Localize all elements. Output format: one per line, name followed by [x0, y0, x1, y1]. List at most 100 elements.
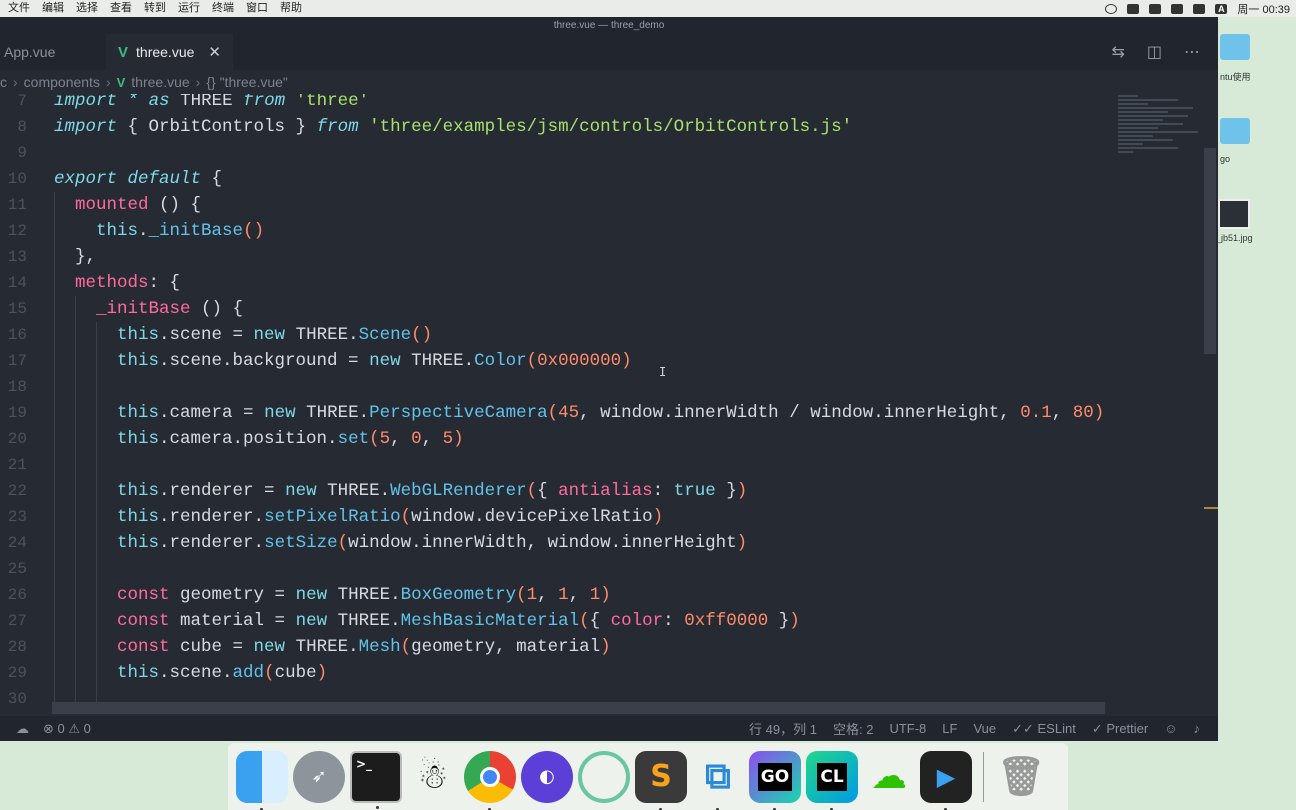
menu-file[interactable]: 文件: [0, 0, 36, 17]
code-line[interactable]: 19 this.camera = new THREE.PerspectiveCa…: [0, 400, 1105, 426]
desktop-folder[interactable]: ntu使用: [1220, 34, 1251, 83]
battery-status-icon[interactable]: [1193, 3, 1206, 14]
eject-status-icon[interactable]: [1149, 3, 1162, 14]
messages-status-icon[interactable]: [1127, 3, 1140, 14]
menu-run[interactable]: 运行: [172, 0, 206, 17]
code-line[interactable]: 15 _initBase () {: [0, 296, 1105, 322]
app2-icon[interactable]: [578, 750, 630, 803]
minimap-line: [1118, 111, 1168, 113]
menubar-clock[interactable]: 周一 00:39: [1237, 1, 1290, 17]
line-number: 10: [7, 170, 27, 188]
launchpad-icon[interactable]: ➶: [293, 750, 345, 803]
finder-icon[interactable]: [236, 750, 288, 810]
line-number: 20: [7, 430, 27, 448]
compare-changes-icon[interactable]: ⇆: [1111, 42, 1124, 62]
sublime-icon[interactable]: S: [635, 750, 687, 810]
tab-app-vue[interactable]: App.vue: [0, 34, 106, 70]
line-number: 13: [7, 248, 27, 266]
input-source-icon[interactable]: A: [1215, 3, 1228, 14]
prettier-status[interactable]: ✓ Prettier: [1092, 721, 1148, 737]
line-number: 22: [7, 482, 27, 500]
app-icon[interactable]: ◐: [521, 750, 573, 803]
feedback-icon[interactable]: ☺: [1164, 721, 1177, 736]
code-line[interactable]: 8 import { OrbitControls } from 'three/ex…: [0, 114, 1105, 140]
code-line[interactable]: 26 const geometry = new THREE.BoxGeometr…: [0, 582, 1105, 608]
clion-icon[interactable]: CL: [806, 750, 858, 810]
minimap-line: [1118, 107, 1193, 109]
code-content: mounted () {: [75, 195, 202, 215]
breadcrumb: c › components › V three.vue › {} "three…: [0, 70, 1218, 94]
code-line[interactable]: 22 this.renderer = new THREE.WebGLRender…: [0, 478, 1105, 504]
player-icon[interactable]: ▶: [920, 750, 972, 810]
desktop-folder-label: go: [1220, 154, 1231, 164]
indentation[interactable]: 空格: 2: [833, 719, 873, 738]
minimap-line: [1118, 99, 1178, 101]
code-line[interactable]: 29 this.scene.add(cube): [0, 660, 1105, 686]
goland-label: GO: [757, 762, 793, 791]
code-line[interactable]: 28 const cube = new THREE.Mesh(geometry,…: [0, 634, 1105, 660]
tab-three-vue[interactable]: V three.vue ✕: [106, 34, 233, 70]
minimap[interactable]: [1118, 95, 1203, 167]
code-line[interactable]: 27 const material = new THREE.MeshBasicM…: [0, 608, 1105, 634]
notifications-bell-icon[interactable]: ♪: [1194, 721, 1201, 736]
menu-view[interactable]: 查看: [104, 0, 138, 17]
window-title: three.vue — three_demo: [0, 17, 1218, 34]
clion-label: CL: [817, 762, 847, 791]
more-actions-icon[interactable]: ⋯: [1184, 42, 1200, 62]
remote-icon[interactable]: ☁: [16, 721, 29, 737]
code-content: const cube = new THREE.Mesh(geometry, ma…: [117, 637, 611, 657]
sync-status-icon[interactable]: [1105, 3, 1118, 14]
line-number: 26: [7, 586, 27, 604]
chrome-icon[interactable]: [464, 750, 516, 810]
qq-icon[interactable]: ☃: [407, 751, 459, 803]
desktop-folder-go[interactable]: go: [1220, 118, 1250, 164]
horizontal-scrollbar[interactable]: [52, 702, 1105, 714]
code-line[interactable]: 9: [0, 140, 1105, 166]
line-ending[interactable]: LF: [942, 721, 957, 736]
image-thumbnail-icon: [1218, 199, 1251, 229]
vscode-icon[interactable]: ⧉: [692, 751, 744, 810]
code-line[interactable]: 23 this.renderer.setPixelRatio(window.de…: [0, 504, 1105, 530]
code-line[interactable]: 24 this.renderer.setSize(window.innerWid…: [0, 530, 1105, 556]
menu-window[interactable]: 窗口: [240, 0, 274, 17]
code-line[interactable]: 14 methods: {: [0, 270, 1105, 296]
code-line[interactable]: 16 this.scene = new THREE.Scene(): [0, 322, 1105, 348]
trash-icon[interactable]: 🗑: [995, 751, 1047, 803]
breadcrumb-item[interactable]: c: [0, 74, 7, 90]
code-line[interactable]: 17 this.scene.background = new THREE.Col…: [0, 348, 1105, 374]
breadcrumb-item[interactable]: {} "three.vue": [206, 74, 288, 90]
problems-indicator[interactable]: ⊗ 0 ⚠ 0: [43, 721, 91, 737]
text-cursor-icon: I: [659, 365, 667, 379]
line-number: 24: [7, 534, 27, 552]
code-line[interactable]: 11 mounted () {: [0, 192, 1105, 218]
wechat-icon[interactable]: ☁: [863, 751, 915, 803]
code-line[interactable]: 12 this._initBase(): [0, 218, 1105, 244]
code-editor[interactable]: 7 import * as THREE from 'three' 8 import …: [0, 94, 1105, 710]
volume-status-icon[interactable]: [1171, 3, 1184, 14]
language-mode[interactable]: Vue: [973, 721, 996, 736]
code-line[interactable]: 18: [0, 374, 1105, 400]
breadcrumb-item[interactable]: three.vue: [131, 74, 189, 90]
menu-edit[interactable]: 编辑: [36, 0, 70, 17]
code-line[interactable]: 7 import * as THREE from 'three': [0, 94, 1105, 114]
code-line[interactable]: 25: [0, 556, 1105, 582]
encoding[interactable]: UTF-8: [889, 721, 926, 736]
cursor-position[interactable]: 行 49，列 1: [749, 719, 817, 738]
code-line[interactable]: 20 this.camera.position.set(5, 0, 5): [0, 426, 1105, 452]
code-line[interactable]: 13 },: [0, 244, 1105, 270]
close-icon[interactable]: ✕: [208, 43, 221, 61]
code-line[interactable]: 21: [0, 452, 1105, 478]
menu-help[interactable]: 帮助: [274, 0, 308, 17]
menu-terminal[interactable]: 终端: [206, 0, 240, 17]
menu-selection[interactable]: 选择: [70, 0, 104, 17]
terminal-icon[interactable]: >_: [350, 750, 402, 809]
code-content: _initBase () {: [96, 299, 244, 319]
code-line[interactable]: 10 export default {: [0, 166, 1105, 192]
eslint-status[interactable]: ✓✓ ESLint: [1012, 721, 1076, 737]
menu-go[interactable]: 转到: [138, 0, 172, 17]
goland-icon[interactable]: GO: [749, 750, 801, 810]
split-editor-icon[interactable]: ◫: [1147, 42, 1162, 62]
vertical-scrollbar[interactable]: [1204, 148, 1216, 354]
breadcrumb-item[interactable]: components: [24, 74, 100, 90]
desktop-image-file[interactable]: _jb51.jpg: [1216, 199, 1253, 243]
